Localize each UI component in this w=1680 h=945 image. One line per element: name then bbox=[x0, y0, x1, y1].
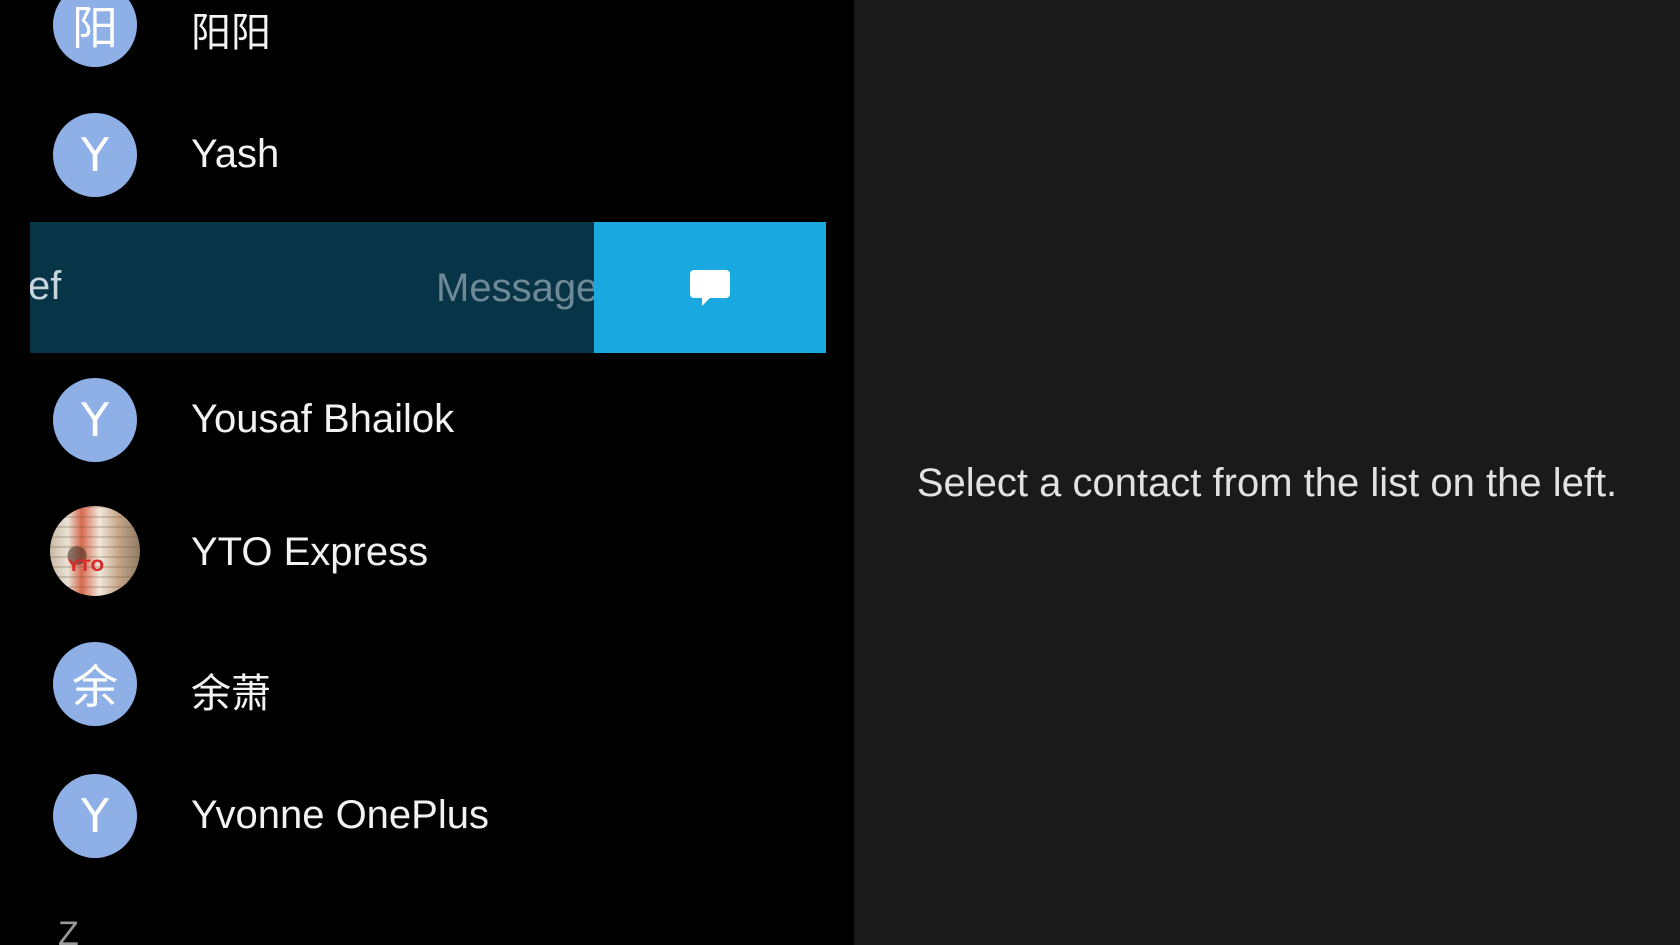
contact-name: 余萧 bbox=[191, 672, 271, 716]
photo-texture bbox=[50, 506, 140, 596]
photo-logo: YTO bbox=[68, 556, 105, 575]
contact-avatar: 阳 bbox=[53, 0, 137, 67]
message-action-button[interactable] bbox=[594, 222, 826, 353]
message-bubble-icon bbox=[690, 269, 730, 306]
contact-name: 阳阳 bbox=[191, 11, 271, 55]
empty-state-message: Select a contact from the list on the le… bbox=[916, 461, 1618, 505]
avatar-initial: Y bbox=[80, 128, 110, 182]
contact-row[interactable]: Y Yash bbox=[0, 92, 854, 222]
avatar-initial: Y bbox=[80, 789, 110, 843]
section-header-letter: Z bbox=[58, 915, 79, 945]
avatar-initial: Y bbox=[80, 393, 110, 447]
contact-row[interactable]: Y Yousaf Bhailok bbox=[0, 355, 854, 485]
contact-row[interactable]: Y Yvonne OnePlus bbox=[0, 752, 854, 882]
contact-name: Yvonne OnePlus bbox=[191, 793, 489, 837]
swiped-contact-row[interactable]: ef Message bbox=[30, 222, 826, 353]
contact-row[interactable]: 余 余萧 bbox=[0, 620, 854, 750]
avatar-initial: 阳 bbox=[72, 1, 118, 55]
contact-avatar: Y bbox=[53, 113, 137, 197]
contact-row[interactable]: YTO YTO Express bbox=[0, 488, 854, 618]
contact-photo: YTO bbox=[50, 506, 140, 596]
contact-name: YTO Express bbox=[191, 530, 429, 574]
contact-avatar: Y bbox=[53, 774, 137, 858]
contacts-list[interactable]: 阳 阳阳 Y Yash ef Message Y Yousaf Bhailok … bbox=[0, 0, 854, 945]
swipe-action-label: Message bbox=[436, 266, 599, 310]
swiped-contact-name: ef bbox=[30, 264, 62, 308]
avatar-initial: 余 bbox=[72, 660, 118, 714]
contact-row[interactable]: 阳 阳阳 bbox=[0, 0, 854, 95]
contact-avatar: 余 bbox=[53, 642, 137, 726]
contact-detail-pane: Select a contact from the list on the le… bbox=[854, 0, 1680, 945]
contact-name: Yash bbox=[191, 132, 280, 176]
contact-avatar: Y bbox=[53, 378, 137, 462]
contact-name: Yousaf Bhailok bbox=[191, 397, 455, 441]
